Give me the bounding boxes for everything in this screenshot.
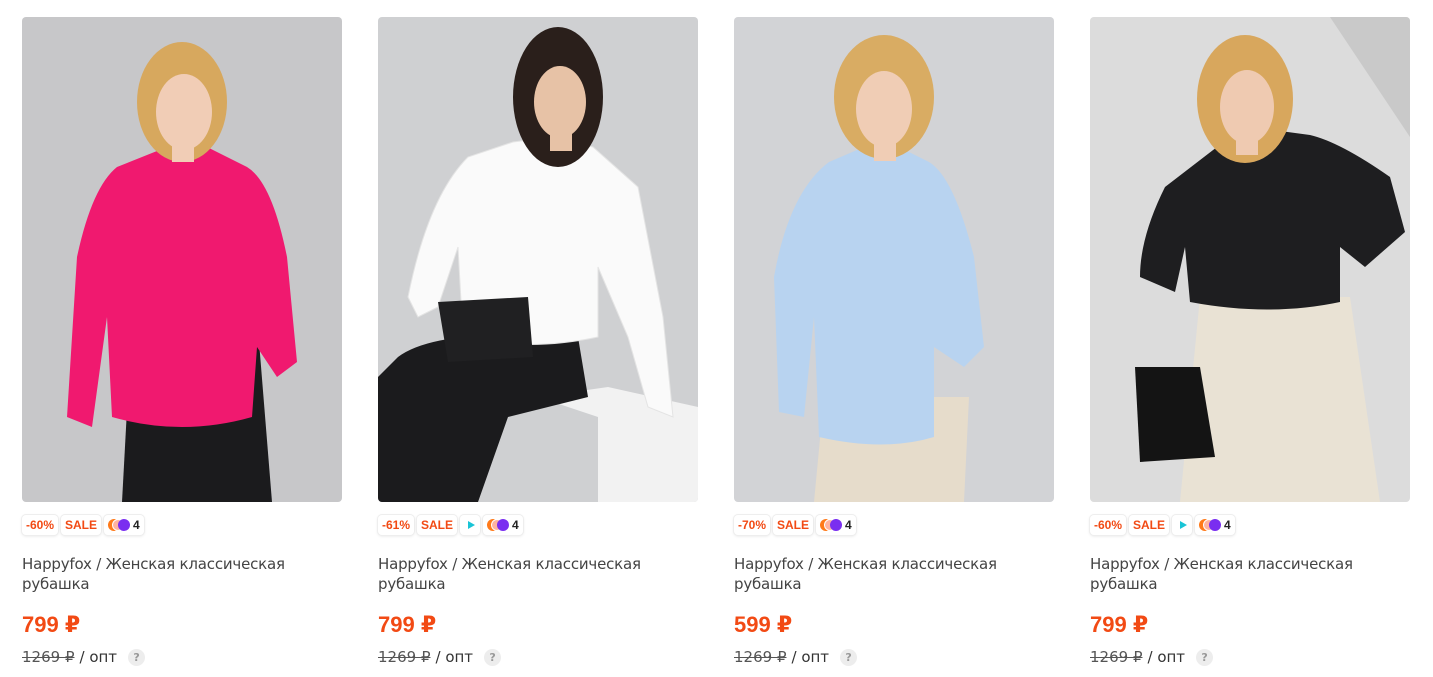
wholesale-label: / опт bbox=[1147, 648, 1186, 666]
product-price: 799 ₽ bbox=[1090, 612, 1149, 637]
wholesale-label: / опт bbox=[791, 648, 830, 666]
wholesale-row: 1269 ₽ / опт ? bbox=[22, 648, 342, 666]
product-title[interactable]: Happyfox / Женская классическая рубашка bbox=[378, 554, 698, 594]
old-price: 1269 ₽ bbox=[378, 648, 431, 666]
play-icon bbox=[467, 521, 475, 529]
product-image bbox=[734, 17, 1054, 502]
installment-badge: 4 bbox=[1195, 515, 1235, 535]
product-title[interactable]: Happyfox / Женская классическая рубашка bbox=[1090, 554, 1410, 594]
product-grid: -60% SALE 4 Happyfox / Женская классичес… bbox=[22, 17, 1410, 666]
sale-badge: SALE bbox=[1129, 515, 1170, 535]
video-badge bbox=[1172, 515, 1193, 535]
help-icon[interactable]: ? bbox=[840, 648, 858, 666]
product-image bbox=[22, 17, 342, 502]
old-price: 1269 ₽ bbox=[734, 648, 787, 666]
product-title[interactable]: Happyfox / Женская классическая рубашка bbox=[22, 554, 342, 594]
product-price: 799 ₽ bbox=[22, 612, 81, 637]
product-image bbox=[1090, 17, 1410, 502]
installment-badge: 4 bbox=[483, 515, 523, 535]
discount-badge: -60% bbox=[1090, 515, 1127, 535]
badge-row: -60% SALE 4 bbox=[1090, 515, 1410, 535]
installment-badge: 4 bbox=[816, 515, 856, 535]
sale-badge: SALE bbox=[61, 515, 102, 535]
sale-badge: SALE bbox=[417, 515, 458, 535]
product-photo[interactable] bbox=[1090, 17, 1410, 502]
product-card[interactable]: -61% SALE 4 Happyfox / Женская классичес… bbox=[378, 17, 698, 666]
installment-icon bbox=[108, 519, 131, 531]
wholesale-row: 1269 ₽ / опт ? bbox=[378, 648, 698, 666]
badge-row: -61% SALE 4 bbox=[378, 515, 698, 535]
installment-count: 4 bbox=[133, 518, 140, 532]
product-title[interactable]: Happyfox / Женская классическая рубашка bbox=[734, 554, 1054, 594]
badge-row: -60% SALE 4 bbox=[22, 515, 342, 535]
installment-icon bbox=[487, 519, 510, 531]
installment-icon bbox=[1199, 519, 1222, 531]
product-image bbox=[378, 17, 698, 502]
badge-row: -70% SALE 4 bbox=[734, 515, 1054, 535]
help-icon[interactable]: ? bbox=[1196, 648, 1214, 666]
installment-badge: 4 bbox=[104, 515, 144, 535]
old-price: 1269 ₽ bbox=[22, 648, 75, 666]
help-icon[interactable]: ? bbox=[128, 648, 146, 666]
product-card[interactable]: -70% SALE 4 Happyfox / Женская классичес… bbox=[734, 17, 1054, 666]
discount-badge: -60% bbox=[22, 515, 59, 535]
old-price: 1269 ₽ bbox=[1090, 648, 1143, 666]
wholesale-row: 1269 ₽ / опт ? bbox=[1090, 648, 1410, 666]
product-price: 799 ₽ bbox=[378, 612, 437, 637]
sale-badge: SALE bbox=[773, 515, 814, 535]
product-card[interactable]: -60% SALE 4 Happyfox / Женская классичес… bbox=[22, 17, 342, 666]
help-icon[interactable]: ? bbox=[484, 648, 502, 666]
product-photo[interactable] bbox=[734, 17, 1054, 502]
installment-count: 4 bbox=[512, 518, 519, 532]
product-price: 599 ₽ bbox=[734, 612, 793, 637]
product-card[interactable]: -60% SALE 4 Happyfox / Женская классичес… bbox=[1090, 17, 1410, 666]
product-photo[interactable] bbox=[22, 17, 342, 502]
video-badge bbox=[460, 515, 481, 535]
installment-count: 4 bbox=[1224, 518, 1231, 532]
discount-badge: -61% bbox=[378, 515, 415, 535]
wholesale-label: / опт bbox=[79, 648, 118, 666]
wholesale-row: 1269 ₽ / опт ? bbox=[734, 648, 1054, 666]
discount-badge: -70% bbox=[734, 515, 771, 535]
play-icon bbox=[1179, 521, 1187, 529]
wholesale-label: / опт bbox=[435, 648, 474, 666]
product-photo[interactable] bbox=[378, 17, 698, 502]
installment-count: 4 bbox=[845, 518, 852, 532]
installment-icon bbox=[820, 519, 843, 531]
